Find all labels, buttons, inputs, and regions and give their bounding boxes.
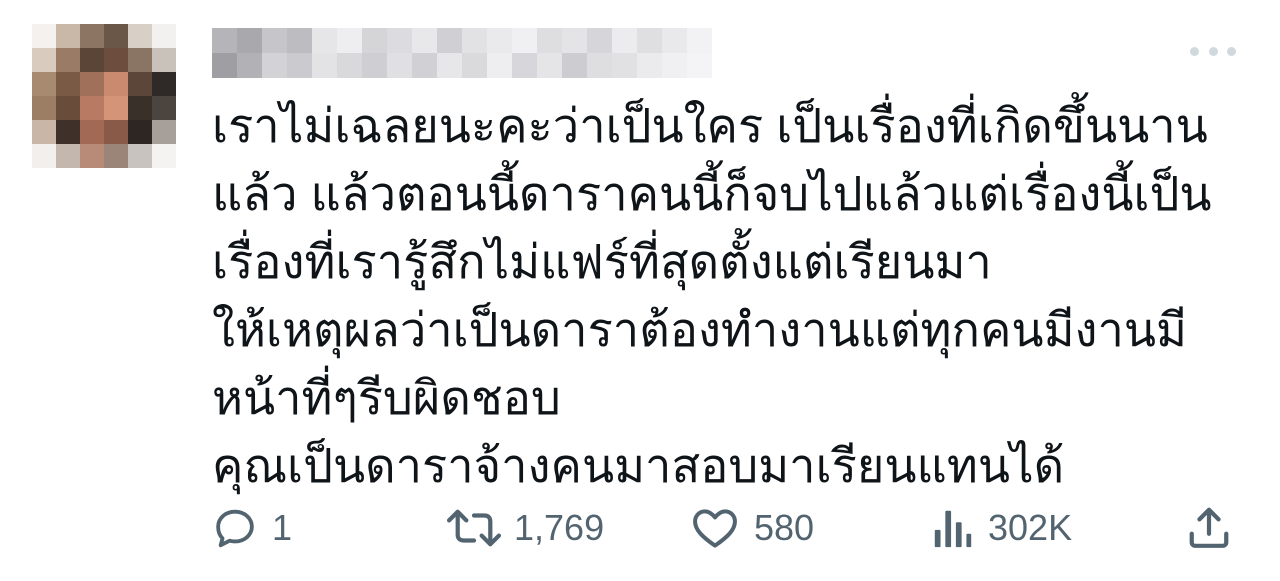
tweet-text-line: คุณเป็นดาราจ้างคนมาสอบมาเรียนแทนได้ (212, 439, 1065, 492)
views-button[interactable]: 302K (932, 500, 1072, 556)
share-button[interactable] (1186, 500, 1232, 556)
reply-count: 1 (272, 507, 293, 548)
more-dots-icon[interactable] (1190, 36, 1236, 66)
views-count: 302K (988, 507, 1073, 548)
tweet-text-line: เรื่องที่เรารู้สึกไม่แฟร์ที่สุดตั้งแต่เร… (212, 235, 992, 288)
retweet-button[interactable]: 1,769 (444, 500, 604, 556)
tweet-text-line: เราไม่เฉลยนะคะว่าเป็นใคร เป็นเรื่องที่เก… (212, 99, 1208, 152)
retweet-count: 1,769 (514, 507, 605, 548)
reply-button[interactable]: 1 (212, 500, 292, 556)
bar-chart-icon (932, 505, 974, 551)
heart-icon (690, 505, 740, 551)
more-dot (1227, 46, 1236, 56)
reply-bubble-icon (212, 505, 258, 551)
more-dot (1190, 46, 1199, 56)
retweet-arrows-icon (444, 505, 504, 551)
action-bar: 1 1,769 580 302K (212, 500, 1248, 556)
share-upload-icon (1186, 505, 1232, 551)
tweet-text: เราไม่เฉลยนะคะว่าเป็นใคร เป็นเรื่องที่เก… (212, 92, 1232, 500)
tweet-text-line: ให้เหตุผลว่าเป็นดาราต้องทำงานแต่ทุกคนมีง… (212, 303, 1187, 356)
like-count: 580 (754, 507, 815, 548)
display-name-redacted[interactable] (212, 28, 717, 78)
tweet-text-line: แล้ว แล้วตอนนี้ดาราคนนี้ก็จบไปแล้วแต่เรื… (212, 167, 1212, 220)
avatar[interactable] (32, 24, 176, 184)
more-dot (1208, 46, 1218, 56)
like-button[interactable]: 580 (690, 500, 814, 556)
tweet-text-line: หน้าที่ๆรีบผิดชอบ (212, 371, 561, 424)
